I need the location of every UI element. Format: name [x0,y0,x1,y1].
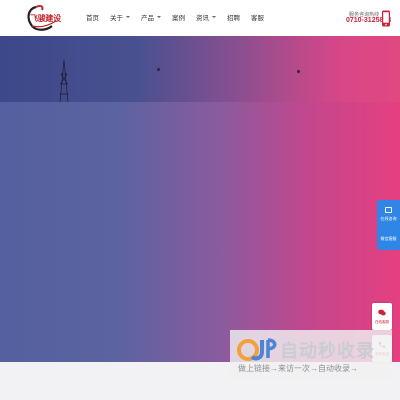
nav-item-service[interactable]: 客服 [251,12,264,22]
nav-item-news[interactable]: 资讯 [196,12,216,22]
nav-item-label: 首页 [86,15,99,22]
side-item-wechat[interactable]: 微信客服 [377,227,400,247]
nav-item-label: 产品 [141,15,154,22]
float-button-label: 在线客服 [375,320,389,324]
side-item-online-consult[interactable]: 在线咨询 [377,205,400,225]
watermark-subtitle: 做上链接→来访一次→自动收录→ [238,364,358,373]
bird-icon [297,70,300,73]
nav-item-label: 案例 [172,15,185,22]
chevron-down-icon [212,16,216,18]
nav-item-cases[interactable]: 案例 [172,12,185,22]
side-contact-panel: 在线咨询 微信客服 [377,200,400,250]
chevron-down-icon [126,16,130,18]
nav-item-label: 关于 [110,15,123,22]
nav-item-label: 客服 [251,15,264,22]
hero-banner [0,36,400,362]
wechat-icon [378,309,386,316]
nav-item-label: 招聘 [227,15,240,22]
nav-item-home[interactable]: 首页 [86,12,99,22]
chevron-down-icon [157,16,161,18]
chat-icon [385,207,392,213]
mobile-phone-icon [382,10,390,27]
nav-item-jobs[interactable]: 招聘 [227,12,240,22]
main-nav: 首页 关于 产品 案例 资讯 招聘 客服 [86,12,275,22]
float-wechat-button[interactable]: 在线客服 [372,303,392,330]
watermark-title: 自动秒收录 [280,341,375,361]
logo-text[interactable]: 飞骏建设 [30,13,61,24]
side-item-label: 微信客服 [380,236,397,241]
nav-item-label: 资讯 [196,15,209,22]
nav-item-about[interactable]: 关于 [110,12,130,22]
bird-icon [157,68,160,71]
site-header: 飞骏建设 首页 关于 产品 案例 资讯 招聘 客服 服务咨询热线 0710-31… [0,0,400,36]
watermark-logo-icon [237,338,277,361]
side-item-label: 在线咨询 [380,216,397,221]
transmission-tower-icon [59,60,69,102]
nav-item-products[interactable]: 产品 [141,12,161,22]
watermark-overlay: 自动秒收录 做上链接→来访一次→自动收录→ [230,330,392,380]
